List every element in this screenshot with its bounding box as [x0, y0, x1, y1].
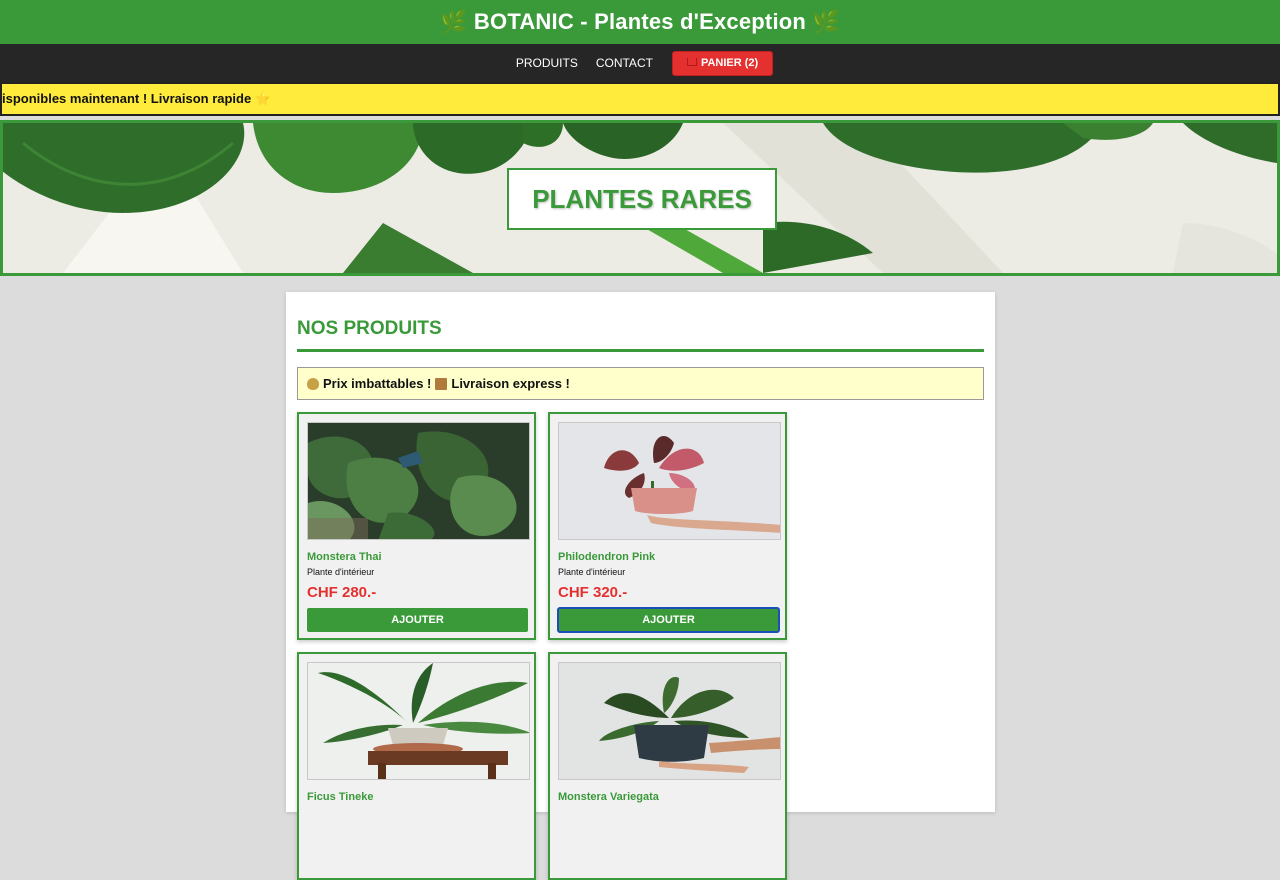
promo-text-delivery: Livraison express ! — [451, 376, 570, 391]
product-category: Plante d'intérieur — [307, 567, 375, 577]
promo-text-prices: Prix imbattables ! — [323, 376, 432, 391]
product-card[interactable]: Philodendron Pink Plante d'intérieur CHF… — [548, 412, 787, 640]
product-card[interactable]: Ficus Tineke — [297, 652, 536, 880]
add-to-cart-button[interactable]: AJOUTER — [557, 607, 780, 633]
product-card[interactable]: Monstera Variegata — [548, 652, 787, 880]
product-price: CHF 280.- — [307, 584, 377, 601]
package-icon — [435, 377, 448, 390]
product-category: Plante d'intérieur — [558, 567, 626, 577]
ticker-text: isponibles maintenant ! Livraison rapide… — [2, 91, 272, 106]
site-header: 🌿 BOTANIC - Plantes d'Exception 🌿 — [0, 0, 1280, 44]
promo-banner: Prix imbattables ! Livraison express ! — [297, 367, 984, 400]
cart-icon — [686, 58, 697, 66]
section-title: NOS PRODUITS — [297, 292, 984, 352]
hero-title: PLANTES RARES — [532, 183, 752, 214]
product-image — [558, 662, 781, 780]
products-panel: NOS PRODUITS Prix imbattables ! Livraiso… — [286, 292, 995, 880]
add-to-cart-button[interactable]: AJOUTER — [307, 608, 528, 632]
main-nav: PRODUITS CONTACT PANIER (2) — [0, 44, 1280, 82]
nav-link-produits[interactable]: PRODUITS — [507, 56, 587, 70]
cart-label: PANIER (2) — [700, 57, 759, 69]
announcement-ticker: isponibles maintenant ! Livraison rapide… — [0, 82, 1280, 116]
product-image — [307, 422, 530, 540]
product-image — [558, 422, 781, 540]
nav-link-contact[interactable]: CONTACT — [587, 56, 662, 70]
product-name[interactable]: Ficus Tineke — [307, 791, 526, 803]
hero-title-box: PLANTES RARES — [507, 168, 777, 230]
product-name[interactable]: Monstera Variegata — [558, 791, 777, 803]
product-price: CHF 320.- — [558, 584, 628, 601]
site-title: 🌿 BOTANIC - Plantes d'Exception 🌿 — [440, 9, 840, 34]
product-image — [307, 662, 530, 780]
product-name[interactable]: Philodendron Pink — [558, 551, 777, 563]
hero-banner: PLANTES RARES — [0, 120, 1280, 276]
money-bag-icon — [307, 377, 319, 390]
cart-button[interactable]: PANIER (2) — [671, 50, 774, 76]
product-card[interactable]: Monstera Thai Plante d'intérieur CHF 280… — [297, 412, 536, 640]
product-name[interactable]: Monstera Thai — [307, 551, 526, 563]
star-icon: ⭐ — [254, 91, 272, 106]
